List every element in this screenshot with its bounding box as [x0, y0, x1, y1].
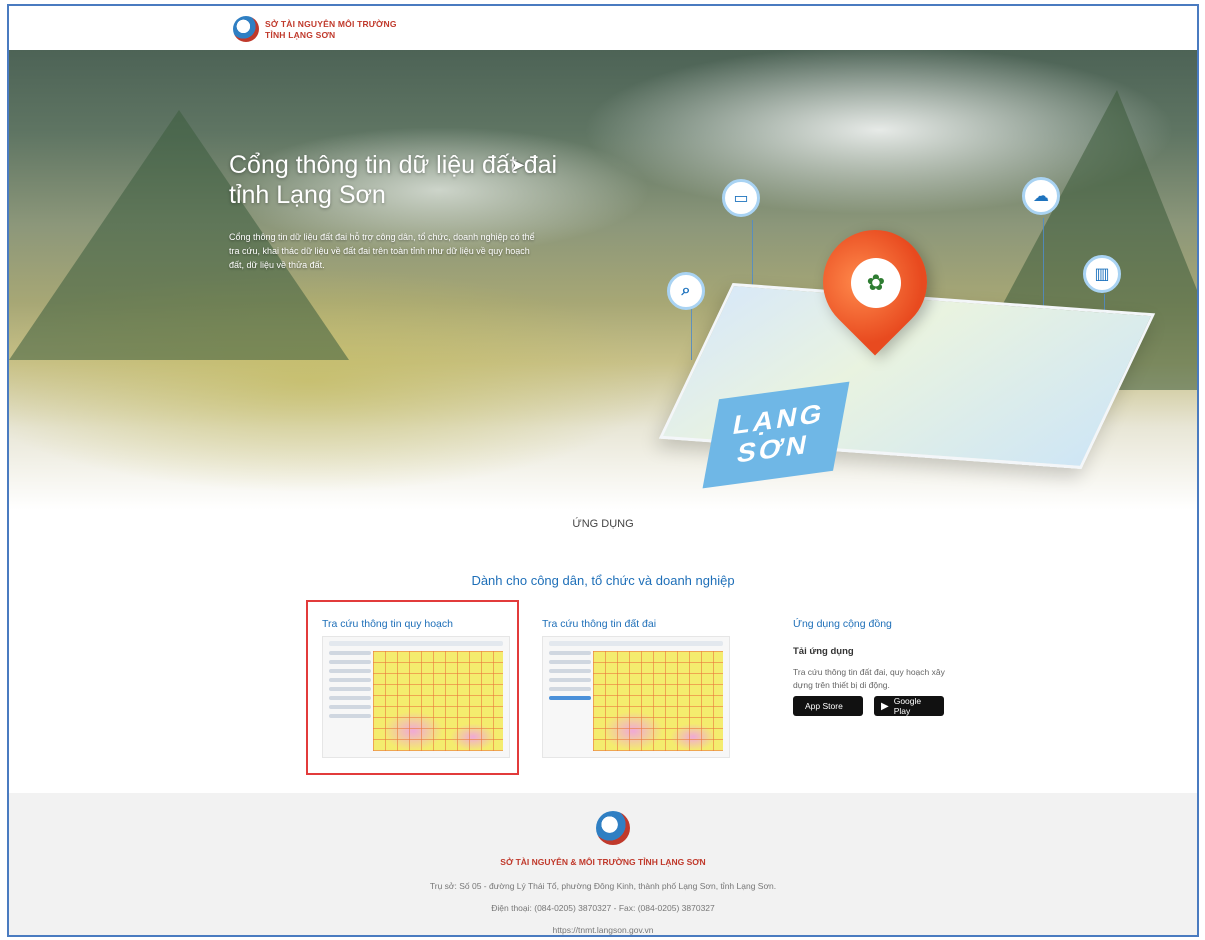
footer-website[interactable]: https://tnmt.langson.gov.vn: [9, 925, 1197, 935]
device-icon: ▭: [722, 179, 760, 217]
community-subtitle: Tải ứng dụng: [793, 646, 854, 657]
google-play-label: Google Play: [893, 696, 922, 716]
brand-name[interactable]: SỞ TÀI NGUYÊN MÔI TRƯỜNG TỈNH LẠNG SƠN: [265, 19, 397, 41]
top-header: SỞ TÀI NGUYÊN MÔI TRƯỜNG TỈNH LẠNG SƠN: [9, 6, 1197, 52]
hero-title-line-1: Cổng thông tin dữ liệu đất đai: [229, 151, 558, 179]
footer-logo-icon: [596, 811, 630, 845]
hero-title: Cổng thông tin dữ liệu đất đai tỉnh Lạng…: [229, 150, 557, 210]
thumbnail-sidebar: [549, 651, 591, 751]
app-store-label: App Store: [805, 701, 843, 711]
section-label: ỨNG DỤNG: [572, 518, 634, 530]
google-play-button[interactable]: ▶ Google Play: [874, 696, 944, 716]
chart-icon: ▥: [1083, 255, 1121, 293]
mouse-cursor-icon: ➤: [510, 155, 526, 175]
community-title[interactable]: Ứng dụng cộng đồng: [793, 618, 892, 630]
page-footer: SỞ TÀI NGUYÊN & MÔI TRƯỜNG TỈNH LẠNG SƠN…: [9, 793, 1197, 935]
page-frame: SỞ TÀI NGUYÊN MÔI TRƯỜNG TỈNH LẠNG SƠN C…: [7, 4, 1199, 937]
footer-address: Trụ sở: Số 05 - đường Lý Thái Tổ, phường…: [429, 881, 777, 891]
brand-line-1: SỞ TÀI NGUYÊN MÔI TRƯỜNG: [265, 19, 397, 29]
hero-description: Cổng thông tin dữ liệu đất đai hỗ trợ cô…: [229, 232, 535, 270]
department-logo-icon[interactable]: [233, 16, 259, 42]
footer-org-name: SỞ TÀI NGUYÊN & MÔI TRƯỜNG TỈNH LẠNG SƠN: [500, 857, 706, 867]
hero-title-line-2: tỉnh Lạng Sơn: [229, 181, 386, 209]
map-label-plate: LẠNG SƠN: [702, 381, 850, 489]
brand-line-2: TỈNH LẠNG SƠN: [265, 30, 336, 40]
google-play-icon: ▶: [881, 700, 889, 712]
app-thumbnail-land[interactable]: [542, 636, 730, 758]
app-title-land[interactable]: Tra cứu thông tin đất đai: [542, 618, 656, 630]
section-title: Dành cho công dân, tổ chức và doanh nghi…: [471, 573, 735, 588]
thumbnail-sidebar: [329, 651, 371, 751]
community-description: Tra cứu thông tin đất đai, quy hoạch xây…: [793, 667, 945, 690]
search-icon: ⌕: [667, 272, 705, 310]
footer-phone: Điện thoại: (084-0205) 3870327 - Fax: (0…: [491, 903, 715, 913]
thumbnail-toolbar: [549, 641, 723, 646]
app-thumbnail-planning[interactable]: [322, 636, 510, 758]
app-store-button[interactable]: App Store: [793, 696, 863, 716]
thumbnail-map: [373, 651, 503, 751]
thumbnail-map: [593, 651, 723, 751]
cloud-icon: ☁: [1022, 177, 1060, 215]
pin-logo-icon: ✿: [851, 258, 901, 308]
app-title-planning[interactable]: Tra cứu thông tin quy hoạch: [322, 618, 453, 630]
thumbnail-toolbar: [329, 641, 503, 646]
hero-banner: Cổng thông tin dữ liệu đất đai tỉnh Lạng…: [9, 50, 1197, 510]
